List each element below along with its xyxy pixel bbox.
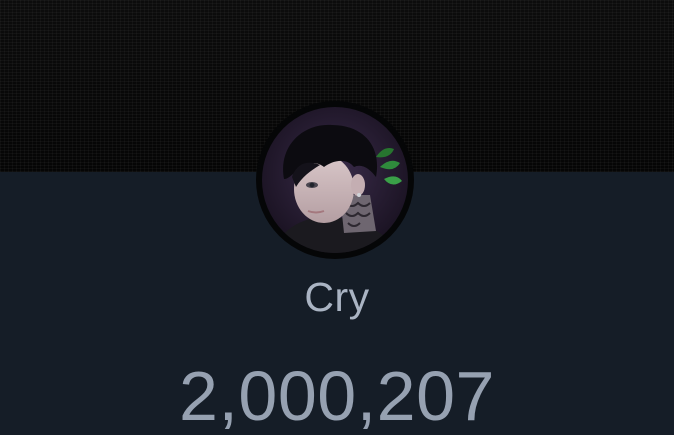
channel-card: Cry 2,000,207	[0, 0, 674, 435]
avatar-image	[262, 107, 408, 253]
channel-avatar[interactable]	[256, 101, 414, 259]
subscriber-count: 2,000,207	[179, 357, 495, 435]
channel-name[interactable]: Cry	[0, 272, 674, 322]
